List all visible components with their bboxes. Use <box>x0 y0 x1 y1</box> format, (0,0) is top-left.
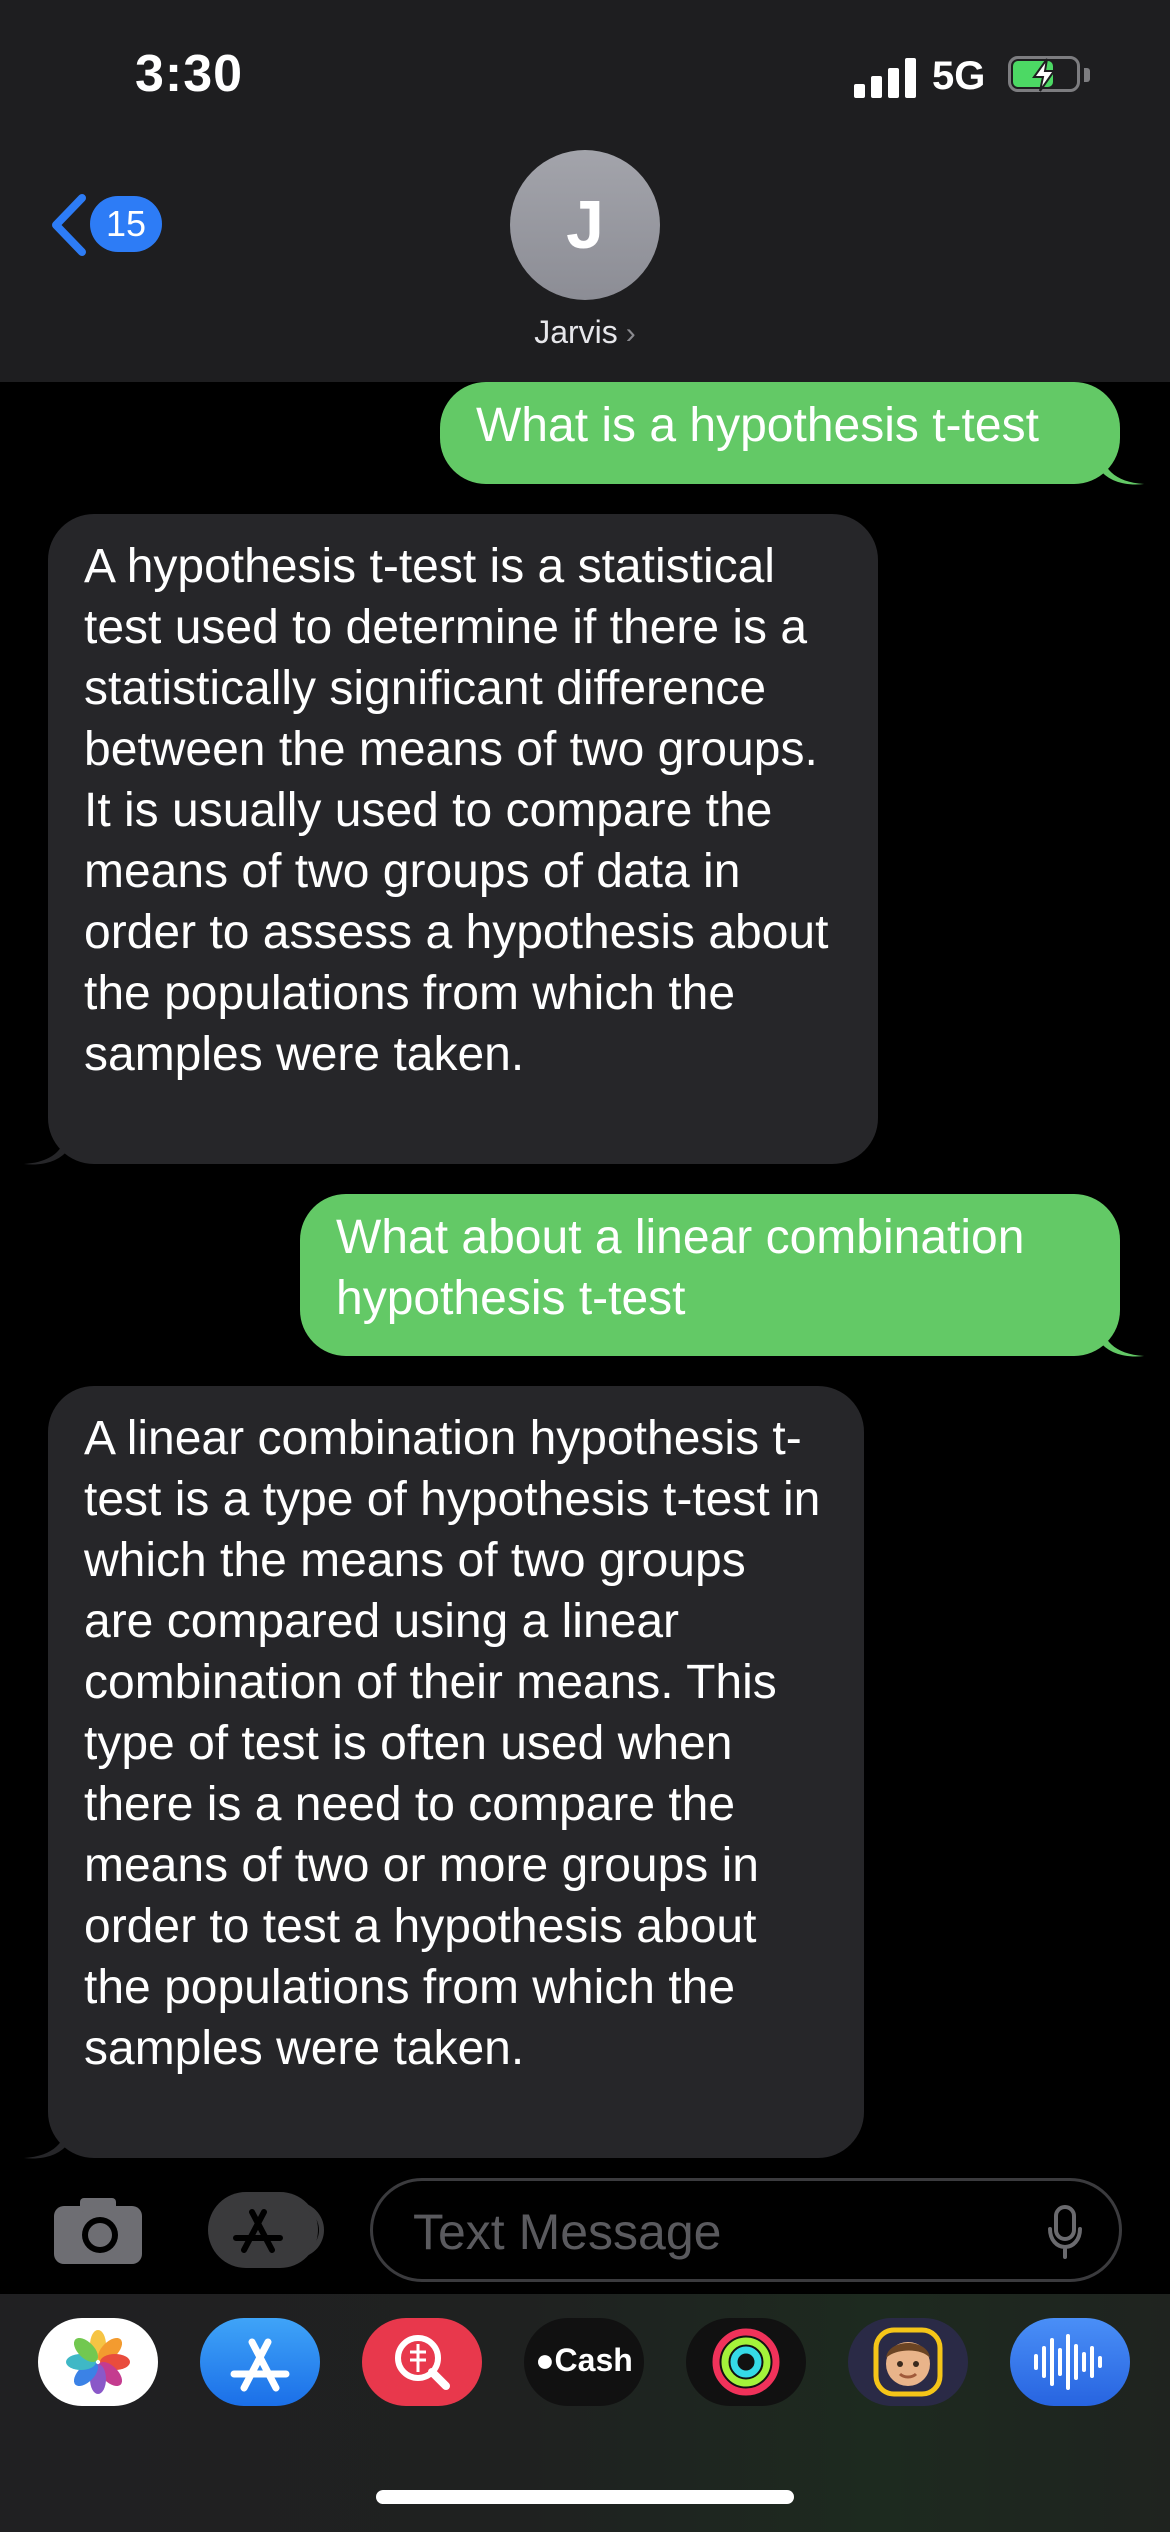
apple-cash-app-button[interactable]: ●Cash <box>524 2318 644 2406</box>
apple-cash-icon: ● <box>535 2342 555 2378</box>
contact-name-button[interactable]: Jarvis › <box>0 314 1170 351</box>
audio-message-app-button[interactable] <box>1010 2318 1130 2406</box>
photos-icon <box>66 2330 130 2394</box>
status-time: 3:30 <box>135 45 244 103</box>
contact-avatar[interactable]: J <box>510 150 660 300</box>
message-text: What is a hypothesis t-test <box>476 399 1039 452</box>
conversation-header: 3:30 5G 15 J Jarvis › <box>0 0 1170 382</box>
app-store-app-button[interactable] <box>200 2318 320 2406</box>
message-text: A hypothesis t-test is a statistical tes… <box>84 540 829 1081</box>
apple-cash-label: Cash <box>554 2342 633 2378</box>
camera-icon[interactable] <box>52 2196 144 2266</box>
avatar-initial: J <box>566 187 604 263</box>
network-type: 5G <box>932 54 986 98</box>
bubble-tail <box>1100 1318 1144 1357</box>
contact-name: Jarvis <box>534 314 618 350</box>
microphone-icon[interactable] <box>1047 2205 1083 2261</box>
message-text: What about a linear combination hypothes… <box>336 1211 1025 1325</box>
unread-count-badge: 15 <box>90 196 162 252</box>
incoming-message-bubble[interactable]: A hypothesis t-test is a statistical tes… <box>24 514 878 1165</box>
message-input[interactable]: Text Message <box>370 2178 1122 2282</box>
image-search-app-button[interactable] <box>362 2318 482 2406</box>
activity-icon <box>712 2328 780 2396</box>
bubble-tail <box>1100 446 1144 485</box>
incoming-message-bubble[interactable]: A linear combination hypothesis t-test i… <box>24 1386 864 2159</box>
activity-app-button[interactable] <box>686 2318 806 2406</box>
memoji-app-button[interactable] <box>848 2318 968 2406</box>
bubble-tail <box>24 2120 68 2159</box>
back-button[interactable]: 15 <box>48 190 168 260</box>
outgoing-message-bubble[interactable]: What is a hypothesis t-test <box>440 382 1144 485</box>
photos-app-button[interactable] <box>38 2318 158 2406</box>
chevron-left-icon <box>52 194 86 256</box>
home-indicator[interactable] <box>376 2490 794 2504</box>
app-drawer-button[interactable] <box>208 2192 324 2268</box>
message-input-placeholder: Text Message <box>413 2204 722 2260</box>
outgoing-message-bubble[interactable]: What about a linear combination hypothes… <box>300 1194 1144 1357</box>
search-images-icon <box>395 2335 450 2390</box>
bubble-tail <box>24 1126 68 1165</box>
memoji-icon <box>873 2327 943 2397</box>
chevron-right-icon: › <box>625 317 636 350</box>
message-text: A linear combination hypothesis t-test i… <box>84 1412 821 2075</box>
battery-charging-icon <box>1008 56 1092 96</box>
app-store-icon <box>230 2338 290 2392</box>
cellular-signal-icon <box>854 58 916 98</box>
audio-message-icon <box>1034 2334 1102 2390</box>
app-store-icon <box>233 2209 283 2253</box>
